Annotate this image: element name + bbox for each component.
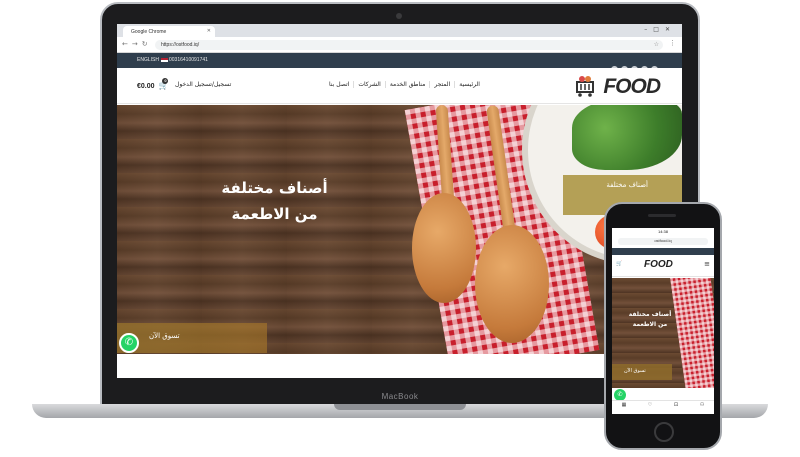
phone-shop-now-label: تسوق الآن [624, 368, 646, 374]
browser-nav: ←→↻ [122, 40, 152, 48]
maximize-button[interactable]: □ [653, 26, 665, 33]
cart-icon: 🛒 0 [158, 78, 169, 90]
whatsapp-icon[interactable]: ✆ [119, 333, 139, 353]
cart-count: 0 [162, 78, 169, 84]
cart-button[interactable]: €0.00 🛒 0 [137, 78, 169, 90]
hamburger-icon[interactable]: ≡ [704, 260, 710, 268]
hero-heading-line2: من الاطعمة [231, 205, 318, 223]
close-window-button[interactable]: ✕ [665, 26, 676, 33]
laptop-camera [396, 13, 402, 19]
phone-cart-icon[interactable]: 🛒 [616, 261, 622, 267]
forward-icon[interactable]: → [132, 40, 142, 48]
reload-icon[interactable]: ↻ [142, 40, 152, 48]
browser-toolbar: ←→↻ https://ostfood.iq/ ☆ ⋮ [117, 37, 682, 53]
back-icon[interactable]: ← [122, 40, 132, 48]
cart-total: €0.00 [137, 83, 155, 90]
promo-text: أصناف مختلفة [606, 181, 648, 189]
phone-shop-now-button[interactable]: تسوق الآن [612, 364, 672, 380]
phone-speaker [648, 214, 676, 217]
laptop-brand-label: MacBook [381, 392, 419, 401]
main-nav: الرئيسيةالمتجرمناطق الخدمةالشركاتاتصل بن… [325, 81, 484, 88]
nav-shop[interactable]: المتجر [429, 81, 454, 88]
star-icon[interactable]: ☆ [654, 41, 659, 48]
phone-hero: أصناف مختلفة من الاطعمة تسوق الآن [612, 278, 714, 388]
url-text: https://ostfood.iq/ [161, 42, 200, 48]
phone-hero-heading: أصناف مختلفة من الاطعمة [622, 310, 678, 330]
site-topbar: ENGLISH 00316410091741 ➤inptf [117, 53, 682, 73]
hero-heading-line1: أصناف مختلفة [221, 179, 328, 197]
flag-icon [160, 57, 168, 62]
tab-title: Google Chrome [131, 29, 167, 35]
phone-topbar [612, 248, 714, 255]
browser-tabstrip: Google Chrome ✕ –□✕ [117, 24, 682, 37]
language-label: ENGLISH [137, 57, 159, 63]
user-icon: ⚇ [699, 402, 705, 408]
bottom-nav-wishlist[interactable]: ♡ [640, 402, 660, 408]
nav-companies[interactable]: الشركات [353, 81, 385, 88]
bottom-nav-account[interactable]: ⚇ [692, 402, 712, 408]
page-below-hero [117, 354, 682, 378]
bottom-nav-cart[interactable]: ⊡ [666, 402, 686, 408]
phone-home-button[interactable] [654, 422, 674, 442]
phone-screen: 14:38 ostfood.iq 🛒 FOOD ≡ أصناف مختلفة م… [612, 228, 714, 414]
phone-checkered-cloth [669, 278, 714, 388]
phone-heading-line1: أصناف مختلفة [628, 311, 672, 318]
shop-icon: ▦ [621, 402, 627, 408]
browser-menu-icon[interactable]: ⋮ [669, 39, 676, 47]
site-logo[interactable]: FOOD [574, 72, 661, 100]
bottom-nav-shop[interactable]: ▦ [614, 402, 634, 408]
phone-bottom-nav: ▦ ♡ ⊡ ⚇ [612, 400, 714, 414]
phone-number[interactable]: 00316410091741 [169, 57, 208, 63]
shop-now-button[interactable]: تسوق الآن [117, 323, 267, 353]
shop-now-label: تسوق الآن [149, 332, 180, 340]
phone-heading-line2: من الاطعمة [632, 321, 668, 328]
window-controls: –□✕ [644, 26, 676, 33]
spoon-image-2 [475, 225, 549, 343]
bag-icon: ⊡ [673, 402, 679, 408]
nav-service-areas[interactable]: مناطق الخدمة [384, 81, 430, 88]
address-bar[interactable]: https://ostfood.iq/ ☆ [155, 40, 663, 50]
minimize-button[interactable]: – [644, 26, 653, 33]
login-link[interactable]: تسجيل/تسجيل الدخول [175, 81, 231, 88]
nav-home[interactable]: الرئيسية [454, 81, 484, 88]
phone-status-bar: 14:38 [657, 229, 668, 234]
close-icon[interactable]: ✕ [207, 28, 211, 34]
laptop-notch [334, 404, 466, 410]
phone-header: 🛒 FOOD ≡ [612, 255, 714, 277]
heart-icon: ♡ [647, 402, 653, 408]
laptop-screen: Google Chrome ✕ –□✕ ←→↻ https://ostfood.… [117, 24, 682, 378]
phone-logo[interactable]: FOOD [644, 259, 673, 270]
phone-address-bar[interactable]: ostfood.iq [618, 238, 708, 245]
spoon-image [412, 193, 476, 303]
logo-text: FOOD [603, 75, 661, 98]
site-header: €0.00 🛒 0 تسجيل/تسجيل الدخول الرئيسيةالمت… [117, 68, 682, 104]
nav-contact[interactable]: اتصل بنا [325, 81, 353, 88]
hero-banner: أصناف مختلفة أصناف مختلفة من الاطعمة تسو… [117, 105, 682, 354]
logo-cart-icon [576, 76, 594, 97]
language-switch[interactable]: ENGLISH [137, 57, 168, 63]
hero-heading: أصناف مختلفة من الاطعمة [212, 175, 337, 227]
browser-tab[interactable]: Google Chrome ✕ [123, 26, 215, 37]
